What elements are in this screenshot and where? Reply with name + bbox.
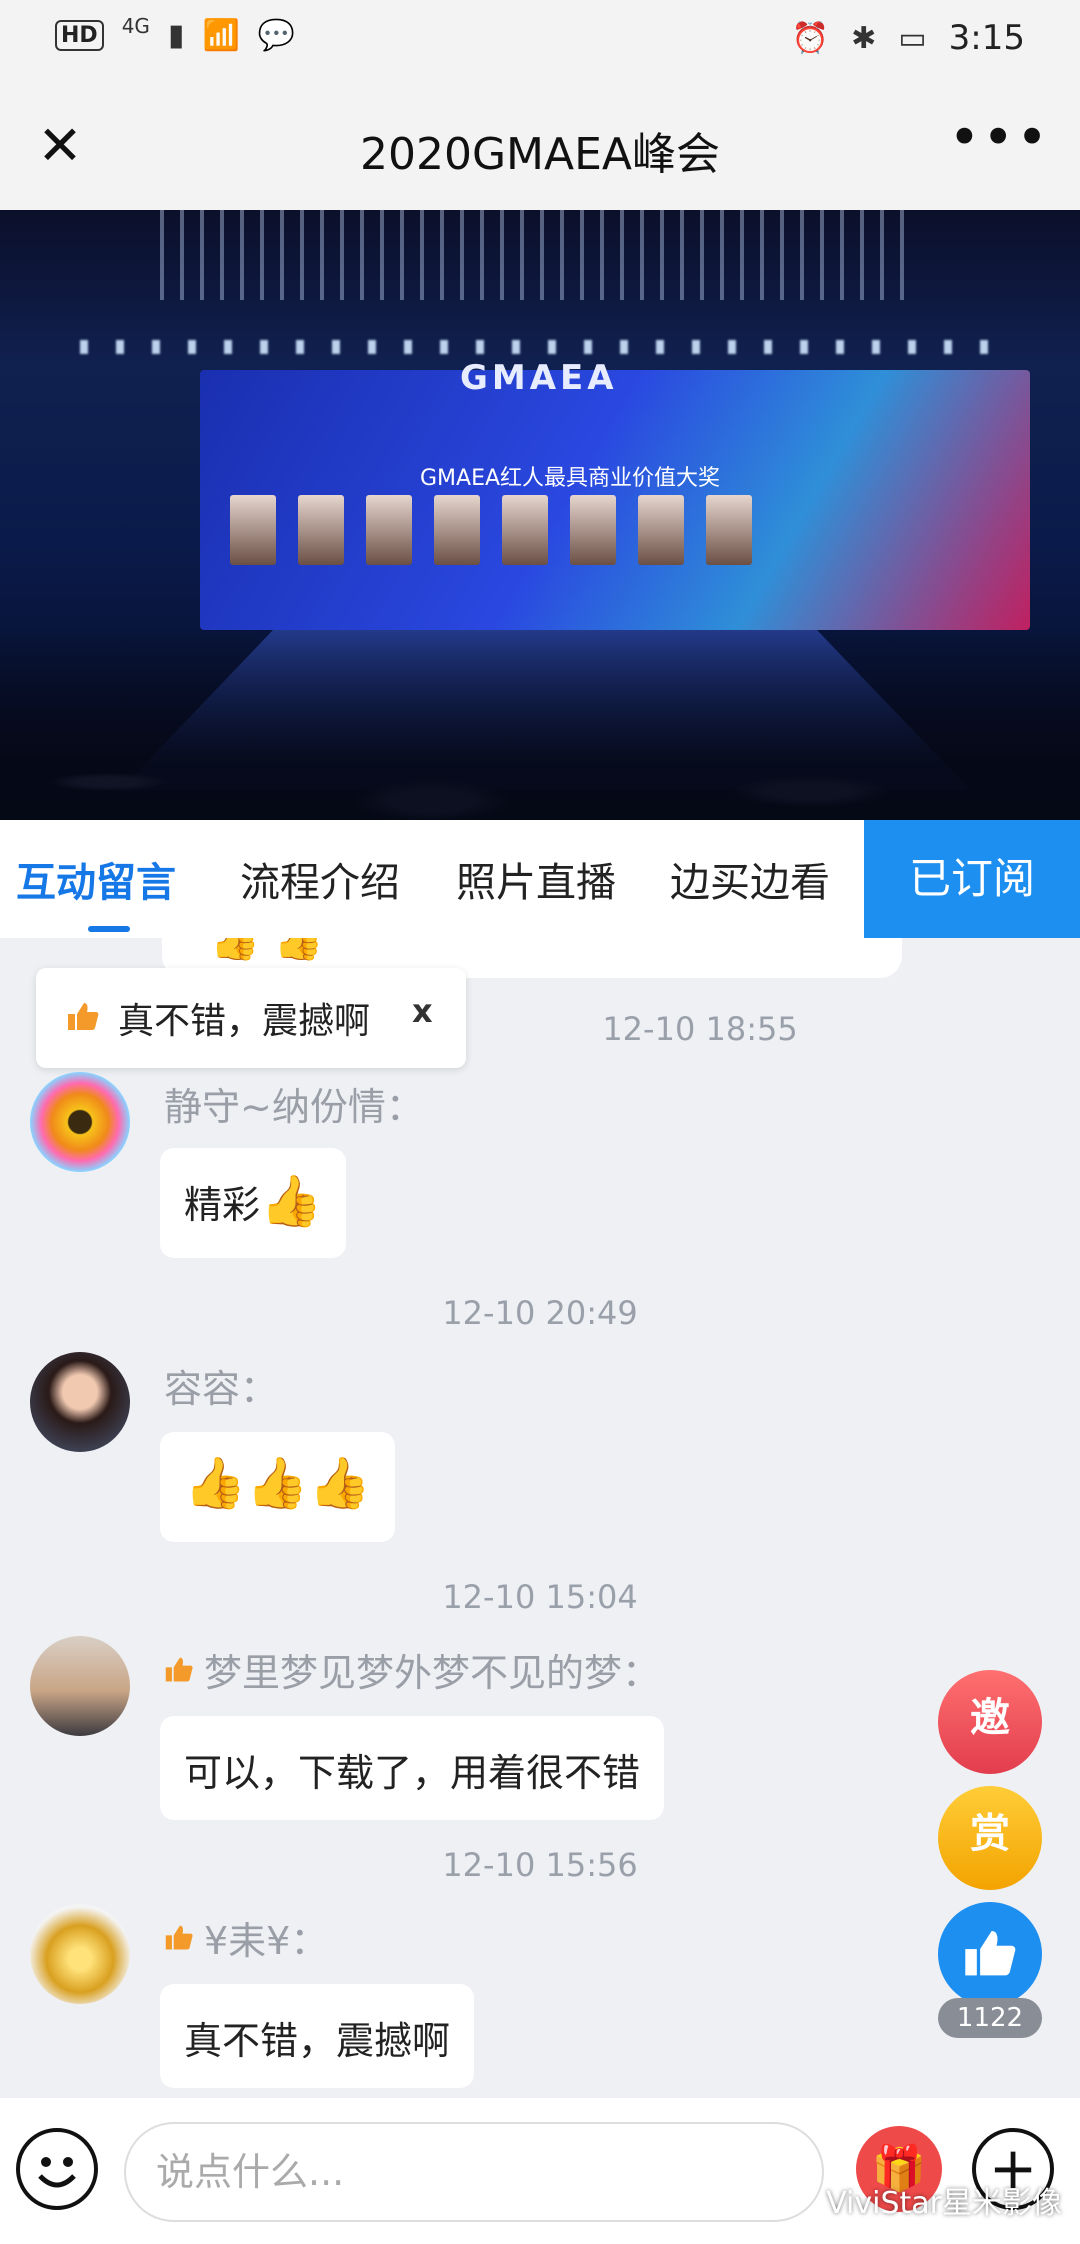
reward-button[interactable]: 赏: [938, 1786, 1042, 1890]
message-text: 真不错，震撼啊: [184, 2019, 451, 2063]
chat-notification-icon: 💬: [257, 18, 296, 53]
toast-notification[interactable]: 真不错，震撼啊 x: [36, 968, 466, 1068]
toast-close-button[interactable]: x: [412, 992, 433, 1030]
message-time: 12-10 20:49: [442, 1294, 638, 1332]
comment-input[interactable]: 说点什么...: [124, 2122, 824, 2222]
emoji-button[interactable]: [16, 2128, 98, 2210]
like-button[interactable]: [938, 1902, 1042, 2006]
thumbs-icon: 👍 👍: [210, 938, 324, 963]
message-author: 容容：: [164, 1367, 279, 1411]
invite-button[interactable]: 邀: [938, 1670, 1042, 1774]
chandelier-decoration: [160, 210, 920, 300]
like-count-badge: 1122: [938, 1998, 1042, 2038]
nominee-portraits: [230, 495, 752, 565]
message-author: 静守~纳份情：: [164, 1085, 424, 1129]
more-icon[interactable]: •••: [948, 111, 1050, 165]
stage-lights: [80, 340, 1000, 354]
thumb-flame-icon: [165, 1657, 193, 1681]
bluetooth-icon: ✱: [851, 20, 877, 56]
tab-interactive-comments[interactable]: 互动留言: [16, 850, 176, 908]
top-bar: ✕ 2020GMAEA峰会 •••: [0, 80, 1080, 210]
signal-bars-icon: ▮: [167, 18, 185, 53]
alarm-icon: ⏰: [791, 20, 830, 56]
thumb-flame-icon: [68, 1003, 99, 1030]
avatar[interactable]: [30, 1904, 130, 2004]
message-time: 12-10 15:04: [442, 1578, 638, 1616]
message-time: 12-10 15:56: [442, 1846, 638, 1884]
watermark: ViviStar星米影像: [826, 2186, 1062, 2221]
thumbs-up-icon: [965, 1930, 1016, 1976]
chat-feed[interactable]: 👍 👍 12-10 18:55 真不错，震撼啊 x 静守~纳份情： 精彩👍 12…: [0, 938, 1080, 2098]
thumbs-up-icon: 👍: [260, 1172, 323, 1230]
wifi-icon: 📶: [202, 18, 240, 53]
message-text: 精彩: [184, 1183, 261, 1227]
subscribed-button[interactable]: 已订阅: [864, 820, 1080, 938]
tab-bar: 互动留言 流程介绍 照片直播 边买边看 已订阅: [0, 820, 1080, 938]
message-author: ¥耒¥：: [164, 1910, 328, 1965]
clock: 3:15: [948, 18, 1025, 58]
battery-icon: ▭: [898, 20, 927, 56]
message-bubble: 可以，下载了，用着很不错: [160, 1716, 665, 1820]
avatar[interactable]: [30, 1352, 130, 1452]
message-bubble: 真不错，震撼啊: [160, 1984, 475, 2088]
award-title: GMAEA红人最具商业价值大奖: [420, 466, 721, 491]
hero-image: GMAEA GMAEA红人最具商业价值大奖: [0, 210, 1080, 820]
avatar[interactable]: [30, 1636, 130, 1736]
status-bar: HD 4G ▮ 📶 💬 ⏰ ✱ ▭ 3:15: [0, 0, 1080, 80]
composer-bar: 说点什么... 🎁 +: [0, 2098, 1080, 2244]
message-author-name: ¥耒¥：: [204, 1919, 329, 1963]
tab-shop-while-watching[interactable]: 边买边看: [670, 850, 830, 908]
message-author: 梦里梦见梦外梦不见的梦：: [164, 1642, 660, 1697]
message-author-name: 梦里梦见梦外梦不见的梦：: [204, 1651, 661, 1695]
thumb-flame-icon: [165, 1925, 193, 1949]
smile-icon: [38, 2157, 76, 2188]
page-title: 2020GMAEA峰会: [359, 129, 721, 180]
signal-icon: 4G: [121, 13, 150, 38]
message-bubble: 精彩👍: [160, 1148, 347, 1258]
active-tab-indicator: [88, 926, 130, 932]
hd-icon: HD: [55, 20, 104, 51]
tab-schedule[interactable]: 流程介绍: [240, 850, 400, 908]
avatar[interactable]: [30, 1072, 130, 1172]
tab-photo-live[interactable]: 照片直播: [456, 850, 616, 908]
message-bubble: 👍👍👍: [160, 1432, 395, 1542]
event-logo: GMAEA: [460, 358, 618, 398]
toast-message: 真不错，震撼啊: [118, 1001, 371, 1042]
thumbs-up-icon: 👍👍👍: [184, 1454, 371, 1512]
message-text: 可以，下载了，用着很不错: [184, 1751, 641, 1795]
audience: [0, 630, 1080, 820]
